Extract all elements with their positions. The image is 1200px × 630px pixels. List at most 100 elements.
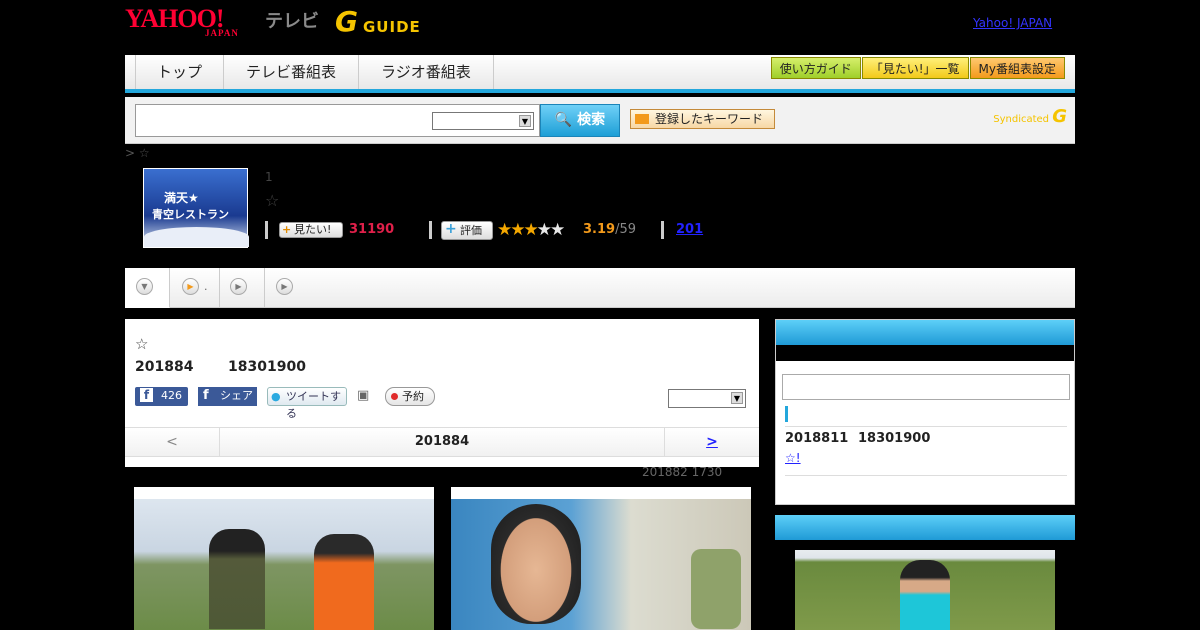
photo-person <box>314 534 374 630</box>
gguide-logo-text: GUIDE <box>363 18 421 36</box>
syndicated-logo-mark: G <box>1052 106 1067 127</box>
main-nav: トップ テレビ番組表 ラジオ番組表 使い方ガイド 「見たい!」一覧 My番組表設… <box>125 55 1075 93</box>
pager-current-date: 201884 <box>414 434 470 449</box>
facebook-like-button[interactable]: 426 <box>135 387 188 406</box>
gguide-logo[interactable]: G GUIDE <box>335 6 435 42</box>
photo-person <box>900 560 950 630</box>
broadcast-time: 18301900 <box>228 359 306 375</box>
subtab-3[interactable]: ▶ <box>220 268 265 308</box>
play-icon: ▶ <box>276 278 293 295</box>
tweet-label: ツイートする <box>286 390 341 420</box>
search-icon: 🔍 <box>554 112 573 128</box>
yahoo-japan-logo[interactable]: YAHOO! JAPAN <box>125 6 265 42</box>
sidebar-input[interactable] <box>782 374 1070 400</box>
broadcast-date: 201884 <box>135 359 194 375</box>
play-icon: ▶ <box>230 278 247 295</box>
photo-image <box>451 499 751 630</box>
reserve-label: 予約 <box>402 390 424 403</box>
sidebar-photo-box <box>775 515 1075 630</box>
sidebar-accent-bar <box>785 406 788 422</box>
rating-value: 3.19 <box>583 222 616 237</box>
sidebar-photo[interactable] <box>795 550 1055 630</box>
yahoo-japan-link[interactable]: Yahoo! JAPAN <box>973 16 1052 30</box>
date-pager: < 201884 > <box>125 427 759 457</box>
photo-person <box>209 529 265 629</box>
sidebar-program-link[interactable]: ☆! <box>785 451 801 465</box>
tweet-button[interactable]: ツイートする <box>267 387 347 420</box>
program-number: 1 <box>265 170 273 184</box>
want-to-watch-button[interactable]: 見たい! <box>279 222 343 238</box>
sidebar-broadcast-time: 18301900 <box>858 431 931 446</box>
tab-tv-listings[interactable]: テレビ番組表 <box>224 55 360 89</box>
divider <box>785 426 1067 427</box>
chevron-down-icon: ▼ <box>731 392 743 404</box>
sidebar-broadcast-date: 2018811 <box>785 431 849 446</box>
facebook-like-count: 426 <box>161 389 182 402</box>
episode-photo-1[interactable] <box>134 487 434 630</box>
bookmark-icon[interactable]: ▣ <box>357 387 373 406</box>
sidebar-header <box>776 320 1074 345</box>
episode-photo-2[interactable] <box>451 487 751 630</box>
pager-prev[interactable]: < <box>125 428 220 456</box>
search-button[interactable]: 🔍 検索 <box>540 104 620 137</box>
star-filled-icon: ★★★ <box>497 220 539 240</box>
syndicated-gguide-logo: Syndicated G <box>993 106 1067 127</box>
broadcast-panel: ☆ 201884 18301900 426 シェア ツイートする ▣ 予約 ▼ … <box>125 319 759 467</box>
chevron-down-icon: ▼ <box>136 278 153 295</box>
broadcast-select[interactable]: ▼ <box>668 389 746 408</box>
rating-stars: ★★★★★ <box>497 220 566 240</box>
facebook-share-button[interactable]: シェア <box>198 387 257 406</box>
search-bar: ▼ 🔍 検索 登録したキーワード Syndicated G <box>125 97 1075 144</box>
episode-title: ☆ <box>135 335 149 353</box>
usage-guide-button[interactable]: 使い方ガイド <box>770 57 861 79</box>
divider <box>785 475 1067 476</box>
thumbnail-cloud <box>144 227 249 247</box>
facebook-share-label: シェア <box>220 389 253 402</box>
subtab-2[interactable]: ▶ . <box>170 268 220 308</box>
nav-buttons: 使い方ガイド 「見たい!」一覧 My番組表設定 <box>770 57 1065 79</box>
watchlist-button[interactable]: 「見たい!」一覧 <box>861 57 969 79</box>
nav-tabs: トップ テレビ番組表 ラジオ番組表 <box>135 55 494 89</box>
chevron-down-icon: ▼ <box>519 115 531 127</box>
registered-keywords-label: 登録したキーワード <box>655 112 764 126</box>
play-icon: ▶ <box>182 278 199 295</box>
rating-score: 3.19/59 <box>583 222 636 237</box>
sidebar-title-strip <box>776 345 1074 361</box>
subtab-2-label: . <box>204 280 208 293</box>
divider <box>429 221 432 239</box>
tab-radio-listings[interactable]: ラジオ番組表 <box>359 55 494 89</box>
breadcrumb: > ☆ <box>125 146 150 160</box>
reserve-button[interactable]: 予約 <box>385 387 435 406</box>
last-updated: 201882 1730 <box>642 465 723 479</box>
page: YAHOO! JAPAN テレビ G GUIDE Yahoo! JAPAN トッ… <box>125 0 1075 630</box>
program-subtabs: ▼ ▶ . ▶ ▶ <box>125 268 1075 308</box>
yahoo-logo-sub: JAPAN <box>205 28 239 38</box>
program-thumbnail[interactable]: 満天★ 青空レストラン <box>143 168 249 248</box>
want-to-watch-count: 31190 <box>349 222 395 237</box>
syndicated-label: Syndicated <box>993 114 1050 125</box>
thumbnail-title-line2: 青空レストラン <box>152 208 229 221</box>
pager-next[interactable]: > <box>664 428 759 456</box>
thumbnail-title-line1: 満天★ <box>164 191 199 205</box>
search-category-select[interactable]: ▼ <box>432 112 534 130</box>
registered-keywords-button[interactable]: 登録したキーワード <box>630 109 775 129</box>
subtab-1[interactable]: ▼ <box>125 268 170 308</box>
arrow-icon <box>635 114 649 124</box>
tab-top[interactable]: トップ <box>136 55 225 89</box>
subtab-4[interactable]: ▶ <box>265 268 305 308</box>
sidebar-next-broadcast: 2018811 18301900 ☆! <box>775 319 1075 505</box>
rating-count: /59 <box>615 222 636 237</box>
divider <box>265 221 268 239</box>
star-empty-icon: ★★ <box>536 220 566 240</box>
rate-button[interactable]: 評価 <box>441 221 493 240</box>
photo-vegetable <box>691 549 741 629</box>
photo-person <box>491 504 581 624</box>
program-stats: 見たい! 31190 評価 ★★★★★ 3.19/59 201 <box>265 220 865 240</box>
yahoo-logo-text: YAHOO! <box>125 4 225 33</box>
my-listings-settings-button[interactable]: My番組表設定 <box>969 57 1065 79</box>
reviews-link[interactable]: 201 <box>676 222 703 237</box>
sidebar-header <box>775 515 1075 540</box>
photo-image <box>134 499 434 630</box>
program-title: ☆ <box>265 191 280 210</box>
search-button-label: 検索 <box>577 112 606 128</box>
